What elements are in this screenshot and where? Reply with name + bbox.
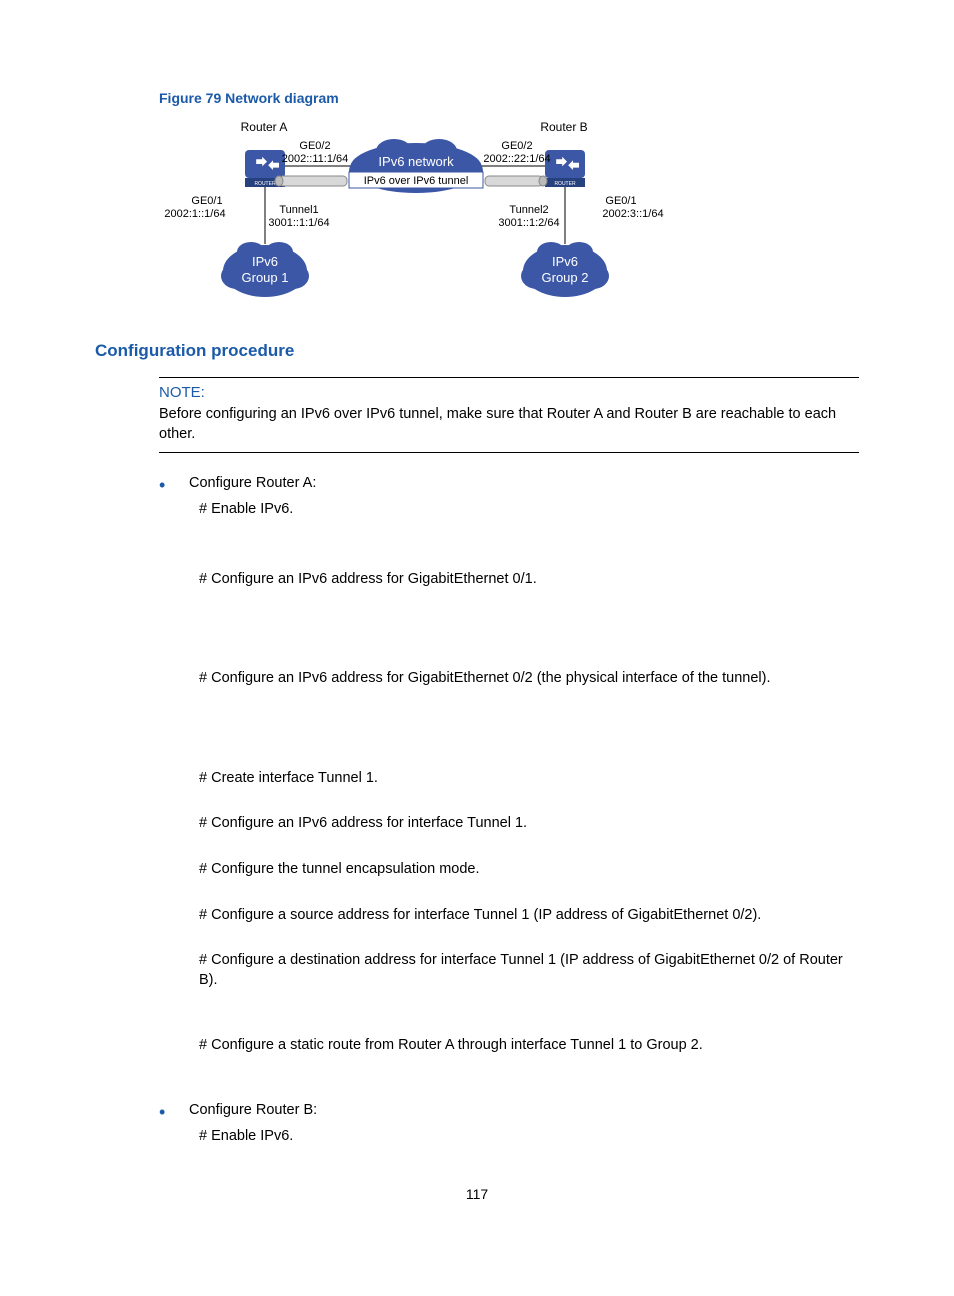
svg-text:ROUTER: ROUTER	[254, 181, 276, 187]
svg-text:IPv6 over IPv6 tunnel: IPv6 over IPv6 tunnel	[364, 175, 469, 187]
step-a7: # Configure a destination address for in…	[199, 951, 859, 990]
step-a2: # Configure an IPv6 address for GigabitE…	[199, 669, 859, 689]
note-label: NOTE:	[159, 384, 859, 401]
label-addr-tunnel1: 3001::1:1/64	[268, 217, 329, 229]
label-addr-ge01-right: 2002:3::1/64	[602, 208, 663, 220]
network-diagram: Router A Router B ROUTER ROUTER GE0/2 20…	[159, 116, 859, 311]
note-box: NOTE: Before configuring an IPv6 over IP…	[159, 377, 859, 453]
svg-text:IPv6: IPv6	[552, 254, 578, 269]
section-heading: Configuration procedure	[95, 341, 859, 361]
svg-text:Group 1: Group 1	[242, 270, 289, 285]
step-a5: # Configure the tunnel encapsulation mod…	[199, 860, 859, 880]
svg-text:IPv6 network: IPv6 network	[378, 154, 454, 169]
label-ge02-right: GE0/2	[501, 140, 532, 152]
bullet-icon: •	[159, 475, 165, 495]
group2-cloud-icon: IPv6 Group 2	[521, 242, 609, 297]
config-a-head: Configure Router A:	[189, 475, 316, 491]
step-a8: # Configure a static route from Router A…	[199, 1036, 859, 1056]
router-b-icon: ROUTER	[545, 150, 585, 187]
ipv6-network-cloud-icon: IPv6 network IPv6 over IPv6 tunnel	[349, 139, 483, 193]
label-tunnel2: Tunnel2	[509, 204, 548, 216]
svg-text:IPv6: IPv6	[252, 254, 278, 269]
label-addr-tunnel2: 3001::1:2/64	[498, 217, 559, 229]
group1-cloud-icon: IPv6 Group 1	[221, 242, 309, 297]
figure-caption: Figure 79 Network diagram	[159, 90, 859, 106]
config-a-block: • Configure Router A:	[159, 475, 859, 495]
label-router-b: Router B	[540, 120, 587, 134]
svg-text:Group 2: Group 2	[542, 270, 589, 285]
step-a0: # Enable IPv6.	[199, 500, 859, 520]
label-addr-ge02-left: 2002::11:1/64	[282, 153, 348, 165]
label-tunnel1: Tunnel1	[279, 204, 318, 216]
config-b-block: • Configure Router B:	[159, 1102, 859, 1122]
config-b-head: Configure Router B:	[189, 1102, 317, 1118]
step-a3: # Create interface Tunnel 1.	[199, 769, 859, 789]
label-addr-ge02-right: 2002::22:1/64	[483, 153, 550, 165]
label-ge01-left: GE0/1	[191, 195, 222, 207]
bullet-icon: •	[159, 1102, 165, 1122]
note-text: Before configuring an IPv6 over IPv6 tun…	[159, 405, 859, 444]
page-number: 117	[95, 1186, 859, 1202]
label-addr-ge01-left: 2002:1::1/64	[164, 208, 225, 220]
step-a4: # Configure an IPv6 address for interfac…	[199, 814, 859, 834]
step-b0: # Enable IPv6.	[199, 1127, 859, 1147]
page: Figure 79 Network diagram Router A Route…	[0, 0, 954, 1242]
step-a6: # Configure a source address for interfa…	[199, 906, 859, 926]
label-router-a: Router A	[241, 120, 288, 134]
label-ge02-left: GE0/2	[299, 140, 330, 152]
step-a1: # Configure an IPv6 address for GigabitE…	[199, 570, 859, 590]
svg-text:ROUTER: ROUTER	[554, 181, 576, 187]
label-ge01-right: GE0/1	[605, 195, 636, 207]
